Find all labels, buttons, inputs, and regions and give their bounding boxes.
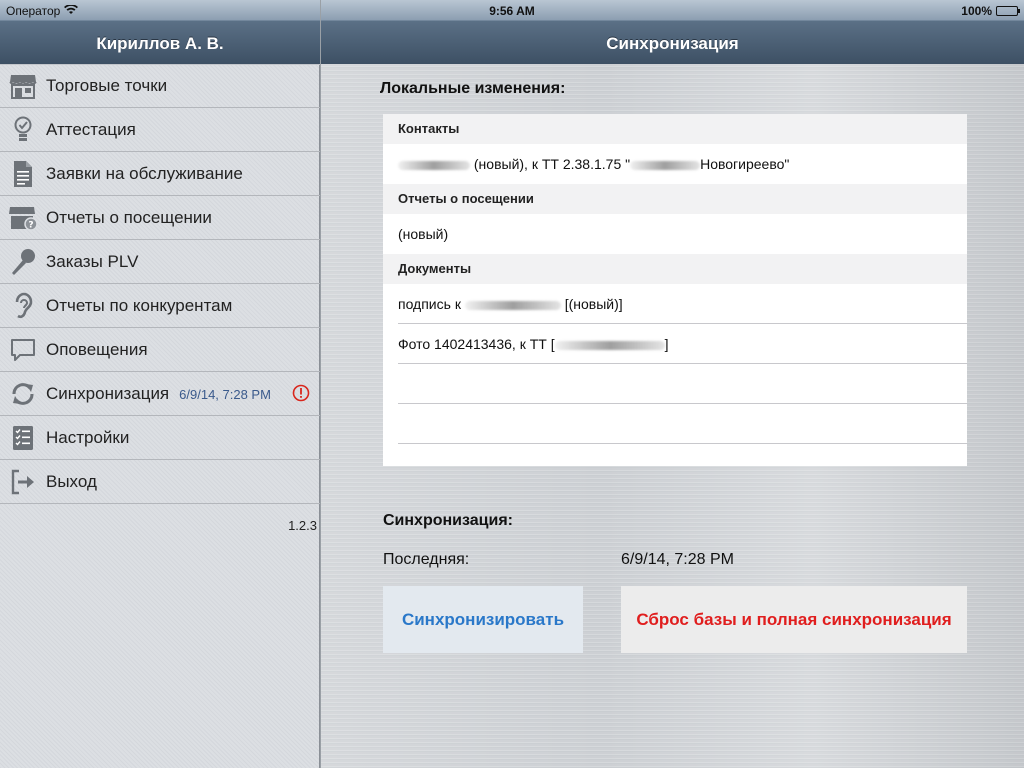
sidebar-item-label: Отчеты о посещении <box>46 207 212 227</box>
sidebar-item-sync[interactable]: Синхронизация 6/9/14, 7:28 PM <box>0 372 320 416</box>
last-sync-value: 6/9/14, 7:28 PM <box>621 551 734 568</box>
row-text-suffix: [(новый)] <box>564 296 623 312</box>
sidebar-item-label: Синхронизация <box>46 383 170 403</box>
reset-full-sync-button[interactable]: Сброс базы и полная синхронизация <box>621 586 967 653</box>
table-row[interactable]: подпись к [(новый)] <box>383 284 967 324</box>
table-row-empty <box>383 404 967 444</box>
last-sync-label: Последняя: <box>383 551 470 568</box>
local-changes-table[interactable]: Контакты (новый), к ТТ 2.38.1.75 " Новоги… <box>383 114 967 466</box>
microphone-icon <box>8 247 38 277</box>
battery-percent: 100% <box>961 4 992 18</box>
table-section-header: Документы <box>383 254 967 284</box>
sidebar-item-notifications[interactable]: Оповещения <box>0 328 320 372</box>
status-right: 100% <box>961 4 1020 18</box>
battery-icon <box>996 6 1020 16</box>
sidebar-item-label: Оповещения <box>46 339 148 359</box>
ear-icon <box>8 291 38 321</box>
logout-icon <box>8 467 38 497</box>
sidebar-item-settings[interactable]: Настройки <box>0 416 320 460</box>
sidebar-item-label: Торговые точки <box>46 76 168 95</box>
sidebar-item-label: Отчеты по конкурентам <box>46 295 233 315</box>
sidebar-item-plv-orders[interactable]: Заказы PLV <box>0 240 320 284</box>
sidebar-item-service-requests[interactable]: Заявки на обслуживание <box>0 152 320 196</box>
redacted-text <box>398 160 470 170</box>
sidebar-item-label: Заявки на обслуживание <box>46 163 243 183</box>
last-sync-timestamp: 6/9/14, 7:28 PM <box>179 387 271 402</box>
document-icon <box>8 159 38 189</box>
row-text-suffix: ] <box>664 336 669 352</box>
sidebar-item-label: Заказы PLV <box>46 251 139 271</box>
sync-icon <box>8 379 38 409</box>
store-report-icon: ? <box>8 203 38 233</box>
sidebar-item-attestation[interactable]: Аттестация <box>0 108 320 152</box>
lightbulb-icon <box>8 115 38 145</box>
table-section-header: Отчеты о посещении <box>383 184 967 214</box>
table-section-header: Контакты <box>383 114 967 144</box>
sync-button[interactable]: Синхронизировать <box>383 586 583 653</box>
table-row[interactable]: Фото 1402413436, к ТТ [] <box>383 324 967 364</box>
local-changes-title: Локальные изменения: <box>380 80 566 97</box>
redacted-text <box>464 300 561 310</box>
row-text: (новый), к ТТ 2.38.1.75 " <box>473 156 631 172</box>
table-row[interactable]: (новый), к ТТ 2.38.1.75 " Новогиреево" <box>383 144 967 184</box>
app-version: 1.2.3 <box>288 518 317 533</box>
sidebar-item-label: Настройки <box>46 427 130 447</box>
sidebar-item-label: Выход <box>46 471 97 491</box>
svg-text:?: ? <box>28 220 33 230</box>
row-text-suffix: Новогиреево" <box>700 156 790 172</box>
table-row[interactable]: (новый) <box>383 214 967 254</box>
sidebar-item-visit-reports[interactable]: ? Отчеты о посещении <box>0 196 320 240</box>
user-name: Кириллов А. В. <box>96 34 224 53</box>
row-text: Фото 1402413436, к ТТ [ <box>398 336 555 352</box>
exclamation-circle-icon <box>292 384 310 407</box>
sidebar-menu: Торговые точки Аттестация Заявки на обсл… <box>0 64 320 504</box>
checklist-icon <box>8 423 38 453</box>
row-text: (новый) <box>398 226 449 242</box>
store-icon <box>8 71 38 101</box>
sync-section-title: Синхронизация: <box>383 512 513 529</box>
sidebar-item-logout[interactable]: Выход <box>0 460 320 504</box>
speech-bubble-icon <box>8 335 38 365</box>
sidebar: Кириллов А. В. Торговые точки Аттестация… <box>0 0 320 768</box>
page-title: Синхронизация <box>606 34 739 53</box>
redacted-text <box>554 340 665 350</box>
row-text: подпись к <box>398 296 461 312</box>
sidebar-item-stores[interactable]: Торговые точки <box>0 64 320 108</box>
redacted-text <box>630 160 701 170</box>
status-bar: Оператор 9:56 AM 100% <box>0 0 1024 20</box>
status-time: 9:56 AM <box>489 4 535 18</box>
main-panel: Синхронизация Локальные изменения: Конта… <box>321 0 1024 768</box>
sidebar-item-competitor-reports[interactable]: Отчеты по конкурентам <box>0 284 320 328</box>
table-row-empty <box>383 364 967 404</box>
sidebar-item-label: Аттестация <box>46 119 136 139</box>
